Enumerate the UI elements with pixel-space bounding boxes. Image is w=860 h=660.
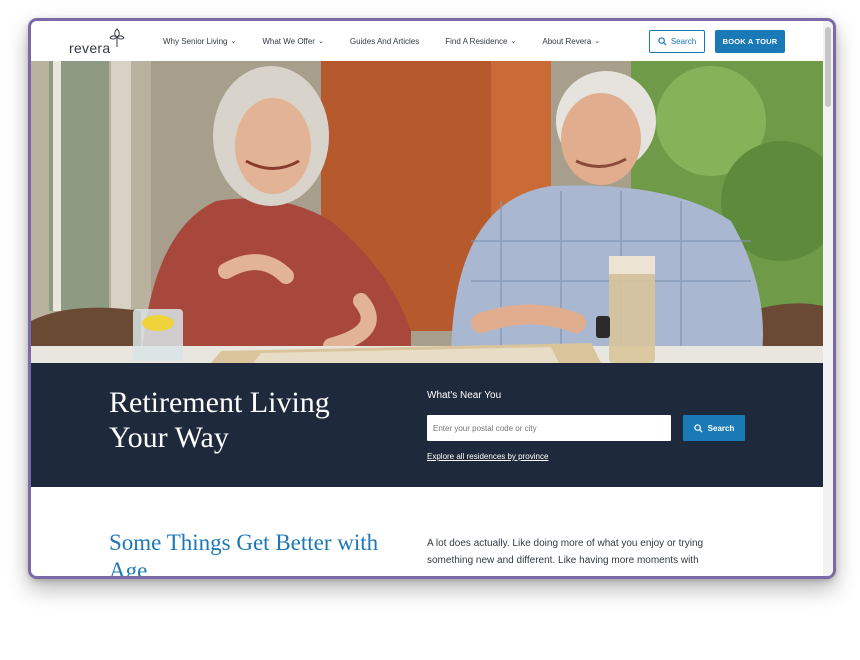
search-icon [658, 37, 667, 46]
site-header: revera Why Senior Living ⌄ What We Offer… [31, 21, 823, 62]
nav-about-revera[interactable]: About Revera ⌄ [542, 37, 600, 46]
book-a-tour-button[interactable]: BOOK A TOUR [715, 30, 785, 53]
header-search-button[interactable]: Search [649, 30, 705, 53]
intro-section: Some Things Get Better with Age A lot do… [31, 487, 823, 576]
scrollbar-thumb[interactable] [825, 27, 831, 107]
chevron-down-icon: ⌄ [230, 38, 237, 45]
logo-wordmark: revera [69, 40, 111, 56]
page-viewport: revera Why Senior Living ⌄ What We Offer… [31, 21, 823, 576]
vertical-scrollbar[interactable] [823, 21, 833, 576]
search-icon [693, 423, 703, 433]
site-logo[interactable]: revera [69, 28, 125, 56]
nav-label: Find A Residence [445, 36, 508, 46]
hero-title: Retirement Living Your Way [109, 386, 330, 454]
nav-find-a-residence[interactable]: Find A Residence ⌄ [445, 37, 516, 46]
search-label: Search [707, 423, 735, 433]
residence-search-button[interactable]: Search [683, 415, 745, 441]
intro-body: A lot does actually. Like doing more of … [427, 538, 704, 566]
near-you-label: What's Near You [427, 390, 502, 401]
nav-why-senior-living[interactable]: Why Senior Living ⌄ [163, 37, 236, 46]
chevron-down-icon: ⌄ [510, 38, 517, 45]
hero-photo [31, 61, 823, 363]
nav-label: About Revera [542, 36, 592, 46]
browser-window: revera Why Senior Living ⌄ What We Offer… [28, 18, 836, 579]
postal-code-input[interactable] [427, 415, 671, 441]
search-label: Search [670, 37, 697, 46]
nav-guides-and-articles[interactable]: Guides And Articles [350, 37, 419, 46]
chevron-down-icon: ⌄ [594, 38, 601, 45]
hero-search-band: Retirement Living Your Way What's Near Y… [31, 363, 823, 487]
hero-illustration [31, 61, 823, 363]
chevron-down-icon: ⌄ [317, 38, 324, 45]
nav-label: What We Offer [262, 36, 315, 46]
nav-label: Guides And Articles [349, 36, 420, 46]
logo-flower-icon [109, 28, 125, 47]
tour-label: BOOK A TOUR [722, 37, 778, 46]
intro-title: Some Things Get Better with Age [109, 530, 379, 576]
nav-what-we-offer[interactable]: What We Offer ⌄ [262, 37, 323, 46]
nav-label: Why Senior Living [163, 36, 228, 46]
explore-residences-link[interactable]: Explore all residences by province [427, 452, 548, 461]
main-nav: Why Senior Living ⌄ What We Offer ⌄ Guid… [163, 21, 626, 61]
